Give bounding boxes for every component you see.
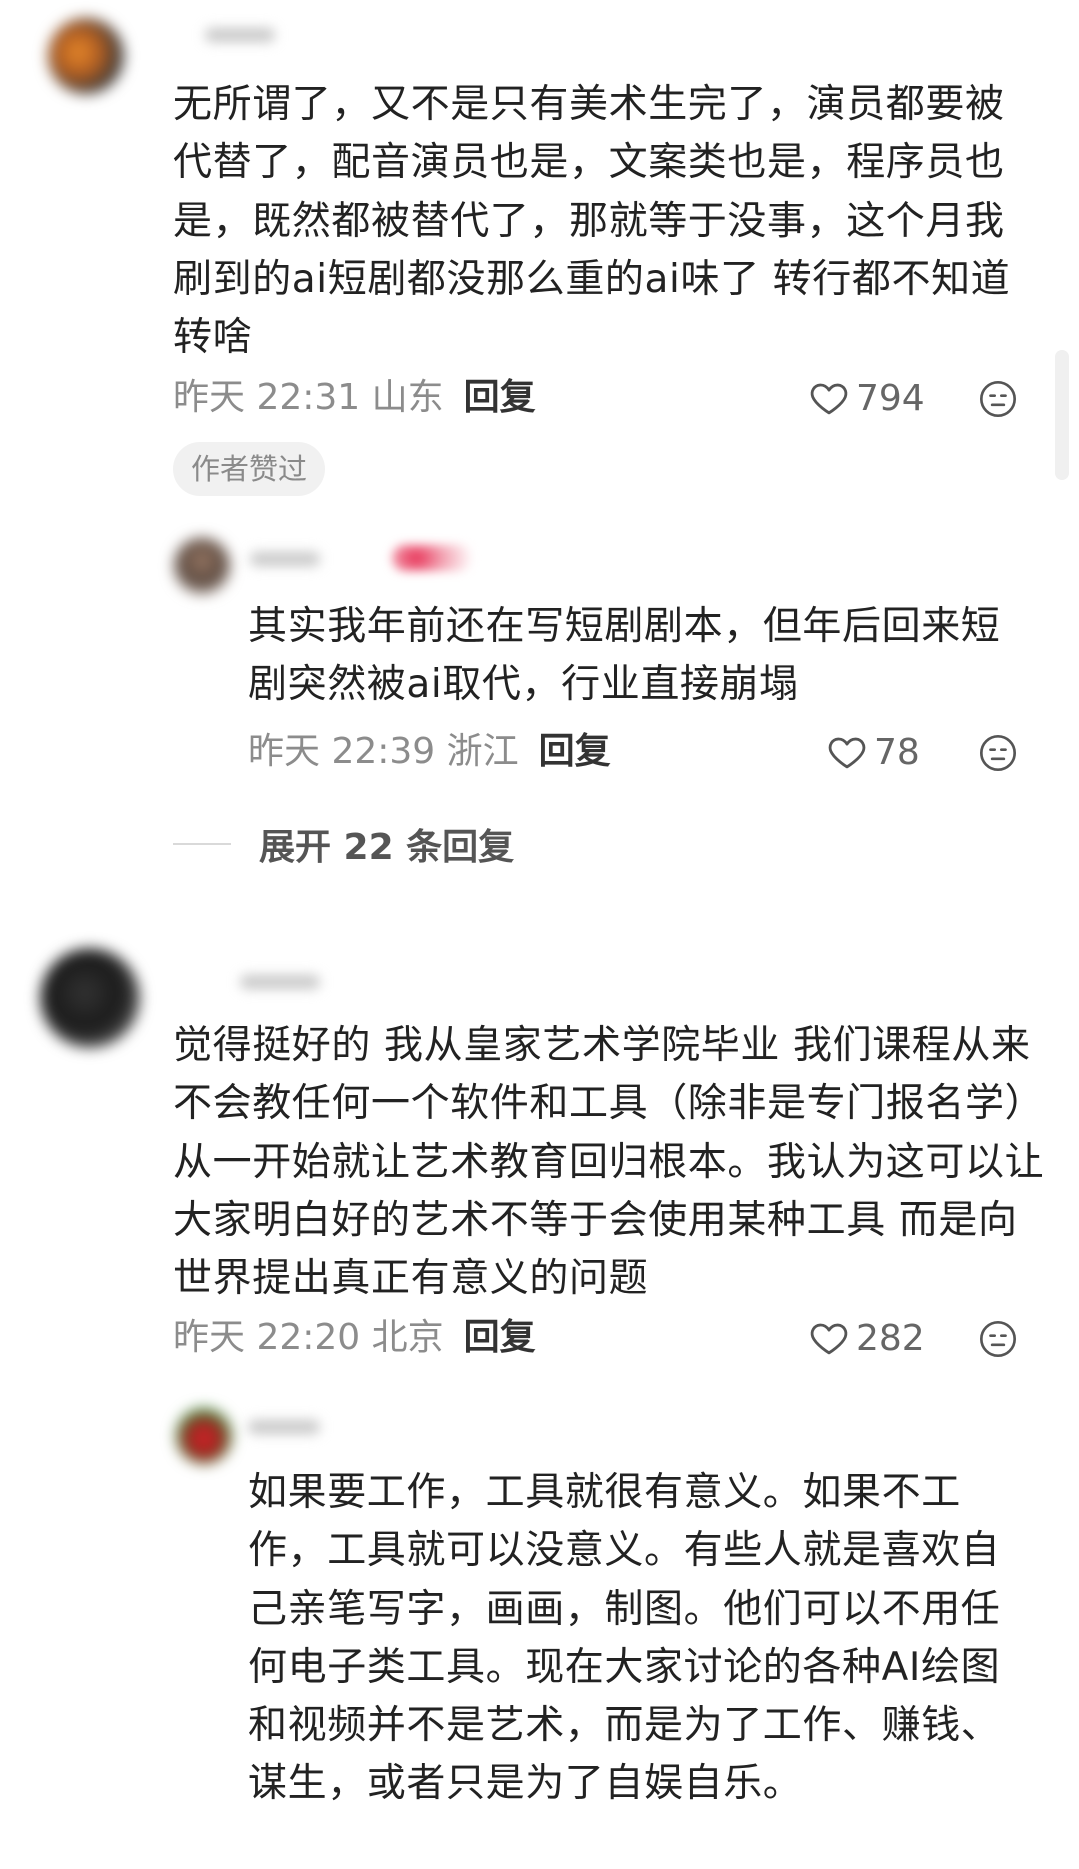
like-count: 78 [874, 731, 920, 773]
username[interactable] [250, 552, 320, 566]
reply-button[interactable]: 回复 [464, 377, 536, 418]
heart-outline-icon [828, 737, 866, 769]
username[interactable] [248, 1420, 320, 1434]
comment-meta: 昨天 22:20 北京 回复 [173, 1313, 536, 1363]
username[interactable] [205, 28, 275, 42]
heart-outline-icon [810, 383, 848, 415]
timestamp-location: 昨天 22:31 山东 [173, 377, 444, 418]
expand-replies-button[interactable]: 展开 22 条回复 [173, 819, 514, 869]
scrollbar[interactable] [1055, 350, 1069, 480]
comment-text: 无所谓了，又不是只有美术生完了，演员都要被代替了，配音演员也是，文案类也是，程序… [173, 82, 1011, 361]
avatar[interactable] [40, 948, 140, 1048]
timestamp-location: 昨天 22:20 北京 [173, 1317, 444, 1358]
timestamp-location: 昨天 22:39 浙江 [248, 731, 519, 772]
comment-meta: 昨天 22:31 山东 回复 [173, 373, 536, 423]
like-count: 794 [856, 377, 925, 419]
username[interactable] [240, 975, 320, 989]
like-button[interactable]: 282 [808, 1313, 925, 1363]
avatar[interactable] [48, 18, 124, 94]
avatar[interactable] [174, 538, 230, 594]
expand-replies-label: 展开 22 条回复 [259, 827, 515, 868]
divider [173, 843, 231, 845]
author-liked-badge: 作者赞过 [173, 442, 325, 496]
comment-text: 觉得挺好的 我从皇家艺术学院毕业 我们课程从来不会教任何一个软件和工具（除非是专… [173, 1023, 1045, 1302]
reply-text: 其实我年前还在写短剧剧本，但年后回来短剧突然被ai取代，行业直接崩塌 [248, 604, 1001, 708]
neutral-face-icon[interactable] [978, 1319, 1018, 1359]
heart-outline-icon [810, 1323, 848, 1355]
reply-text: 如果要工作，工具就很有意义。如果不工作，工具就可以没意义。有些人就是喜欢自己亲笔… [248, 1470, 1001, 1807]
like-button[interactable]: 794 [808, 373, 925, 423]
username-decoration [392, 545, 472, 571]
avatar[interactable] [176, 1408, 232, 1464]
reply-button[interactable]: 回复 [539, 731, 611, 772]
like-count: 282 [856, 1317, 925, 1359]
like-button[interactable]: 78 [826, 727, 920, 777]
neutral-face-icon[interactable] [978, 379, 1018, 419]
neutral-face-icon[interactable] [978, 733, 1018, 773]
reply-button[interactable]: 回复 [464, 1317, 536, 1358]
reply-meta: 昨天 22:39 浙江 回复 [248, 727, 611, 777]
